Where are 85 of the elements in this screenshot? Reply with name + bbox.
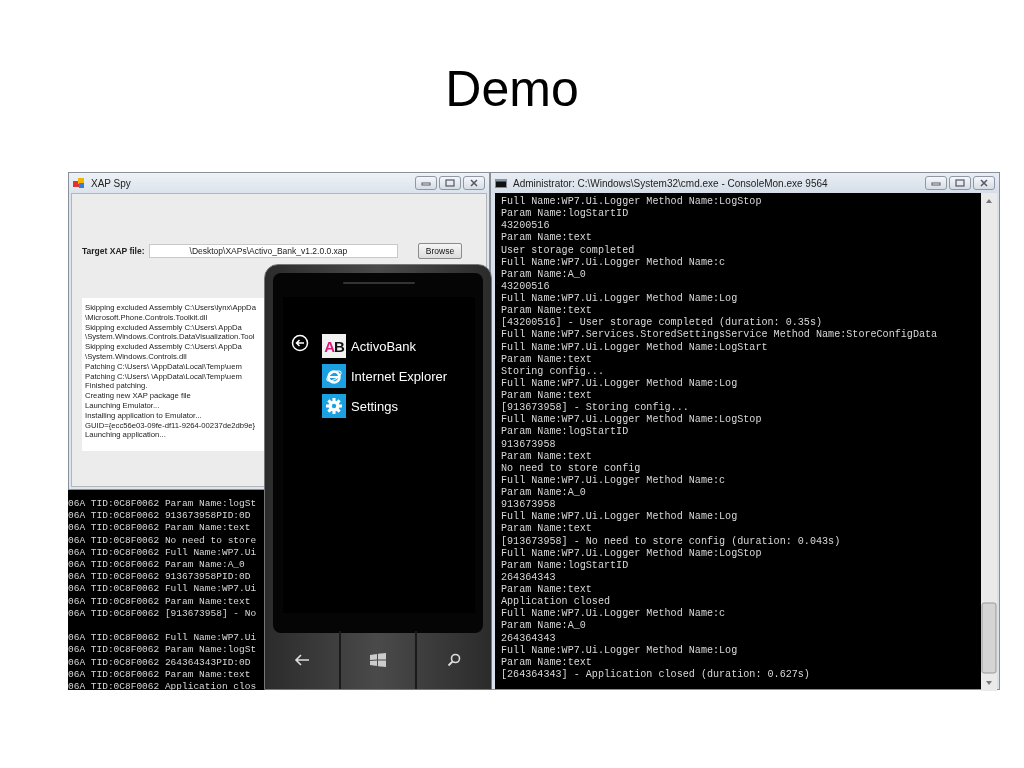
maximize-button[interactable]: [949, 176, 971, 190]
console-line: 06A TID:0C8F0062 264364343PID:0D: [68, 656, 251, 669]
close-icon: [979, 179, 989, 187]
console-line: User storage completed: [501, 244, 635, 257]
console-line: Param Name:A_0: [501, 487, 586, 500]
console-line: Full Name:WP7.Services.StoredSettingsService Method Name:StoreConfigData: [501, 329, 938, 342]
maximize-icon: [445, 179, 455, 187]
console-line: 06A TID:0C8F0062 913673958PID:0D: [68, 571, 251, 584]
console-line: [913673958] - Storing config...: [501, 402, 689, 414]
console-line: Param Name:A_0: [501, 268, 586, 281]
console-line: Full Name:WP7.Ui.Logger Method Name:LogStop: [501, 414, 762, 426]
console-line: Param Name:logStartID: [501, 559, 629, 572]
search-icon: [447, 653, 461, 667]
windows-logo-icon: [369, 652, 387, 668]
close-button[interactable]: [463, 176, 485, 190]
console-line: Full Name:WP7.Ui.Logger Method Name:LogStart: [501, 341, 768, 354]
minimize-button[interactable]: [925, 176, 947, 190]
console-line: Param Name:logStartID: [501, 426, 629, 439]
console-line: Param Name:text: [501, 656, 592, 669]
console-line: Param Name:text: [501, 232, 592, 245]
console-line: Param Name:logStartID: [501, 208, 629, 221]
console-line: Full Name:WP7.Ui.Logger Method Name:LogStop: [501, 547, 762, 560]
console-line: Param Name:text: [501, 450, 592, 463]
console-line: Full Name:WP7.Ui.Logger Method Name:c: [501, 256, 726, 269]
back-icon[interactable]: [291, 334, 309, 352]
field-label: Target XAP file:: [82, 244, 145, 258]
console-line: 06A TID:0C8F0062 Full Name:WP7.Ui: [68, 583, 257, 596]
console-line: 06A TID:0C8F0062 No need to store: [68, 534, 257, 547]
slide-title: Demo: [445, 64, 579, 114]
console-line: 06A TID:0C8F0062 Param Name:text: [68, 522, 251, 535]
console-line: Full Name:WP7.Ui.Logger Method Name:Log: [501, 293, 738, 306]
console-line: 06A TID:0C8F0062 Param Name:logSt: [68, 498, 257, 511]
app-list-item[interactable]: Settings: [351, 399, 398, 413]
console-line: 06A TID:0C8F0062 913673958PID:0D: [68, 510, 251, 523]
maximize-button[interactable]: [439, 176, 461, 190]
console-line: Full Name:WP7.Ui.Logger Method Name:c: [501, 608, 726, 621]
minimize-button[interactable]: [415, 176, 437, 190]
console-line: Param Name:text: [501, 584, 592, 596]
console-line: 06A TID:0C8F0062 Param Name:logSt: [68, 644, 257, 657]
app-icon: [73, 177, 85, 189]
console-line: 264364343: [501, 632, 556, 645]
minimize-icon: [931, 180, 941, 186]
console-line: Full Name:WP7.Ui.Logger Method Name:Log: [501, 377, 738, 390]
console-line: 913673958: [501, 499, 556, 511]
console-line: Full Name:WP7.Ui.Logger Method Name:c: [501, 474, 726, 487]
console-line: Full Name:WP7.Ui.Logger Method Name:Log: [501, 511, 738, 524]
console-line: [43200516] - User storage completed (duration: 0.35s): [501, 317, 823, 329]
scrollbar[interactable]: [981, 193, 997, 689]
console-line: [913673958] - No need to store config (duration: 0.043s): [501, 535, 841, 548]
console-line: Param Name:text: [501, 353, 592, 366]
window-title: XAP Spy: [91, 176, 131, 191]
console-line: Param Name:A_0: [501, 620, 586, 633]
gear-icon[interactable]: [322, 394, 346, 418]
console-line: 43200516: [501, 280, 550, 293]
minimize-icon: [421, 180, 431, 186]
console-line: Param Name:text: [501, 305, 592, 317]
console-line: 06A TID:0C8F0062 Param Name:text: [68, 668, 251, 682]
window-title: Administrator: C:\Windows\System32\cmd.exe - ConsoleMon.exe 9564: [513, 176, 828, 191]
console-line: 06A TID:0C8F0062 Param Name:text: [68, 595, 251, 608]
console-line: Storing config...: [501, 365, 604, 378]
console-line: No need to store config: [501, 462, 641, 475]
globe-icon[interactable]: [322, 364, 346, 388]
console-icon: [495, 178, 507, 188]
console-line: Full Name:WP7.Ui.Logger Method Name:Log: [501, 644, 738, 657]
file-path-field[interactable]: \Desktop\XAPs\Activo_Bank_v1.2.0.0.xap: [148, 244, 398, 258]
console-line: Full Name:WP7.Ui.Logger Method Name:LogStop: [501, 196, 762, 208]
app-list-item[interactable]: ActivoBank: [351, 339, 417, 353]
console-line: Application closed: [501, 596, 611, 608]
console-line: Param Name:text: [501, 390, 592, 402]
console-line: Param Name:text: [501, 523, 592, 536]
close-button[interactable]: [973, 176, 995, 190]
console-line: 43200516: [501, 220, 550, 233]
console-line: 06A TID:0C8F0062 [913673958] - No: [68, 607, 257, 621]
console-line: 264364343: [501, 571, 556, 584]
console-line: [264364343] - Application closed (duration: 0.627s): [501, 668, 810, 681]
console-line: 06A TID:0C8F0062 Full Name:WP7.Ui: [68, 546, 257, 559]
app-list-item[interactable]: Internet Explorer: [351, 369, 448, 383]
app-tile[interactable]: AB: [322, 334, 346, 358]
console-line: 06A TID:0C8F0062 Param Name:A_0: [68, 559, 245, 572]
console-line: 06A TID:0C8F0062 Full Name:WP7.Ui: [68, 632, 257, 645]
back-arrow-icon: [294, 653, 310, 667]
close-icon: [469, 179, 479, 187]
maximize-icon: [955, 179, 965, 187]
browse-button[interactable]: Browse: [418, 243, 462, 259]
console-line: 913673958: [501, 438, 556, 451]
